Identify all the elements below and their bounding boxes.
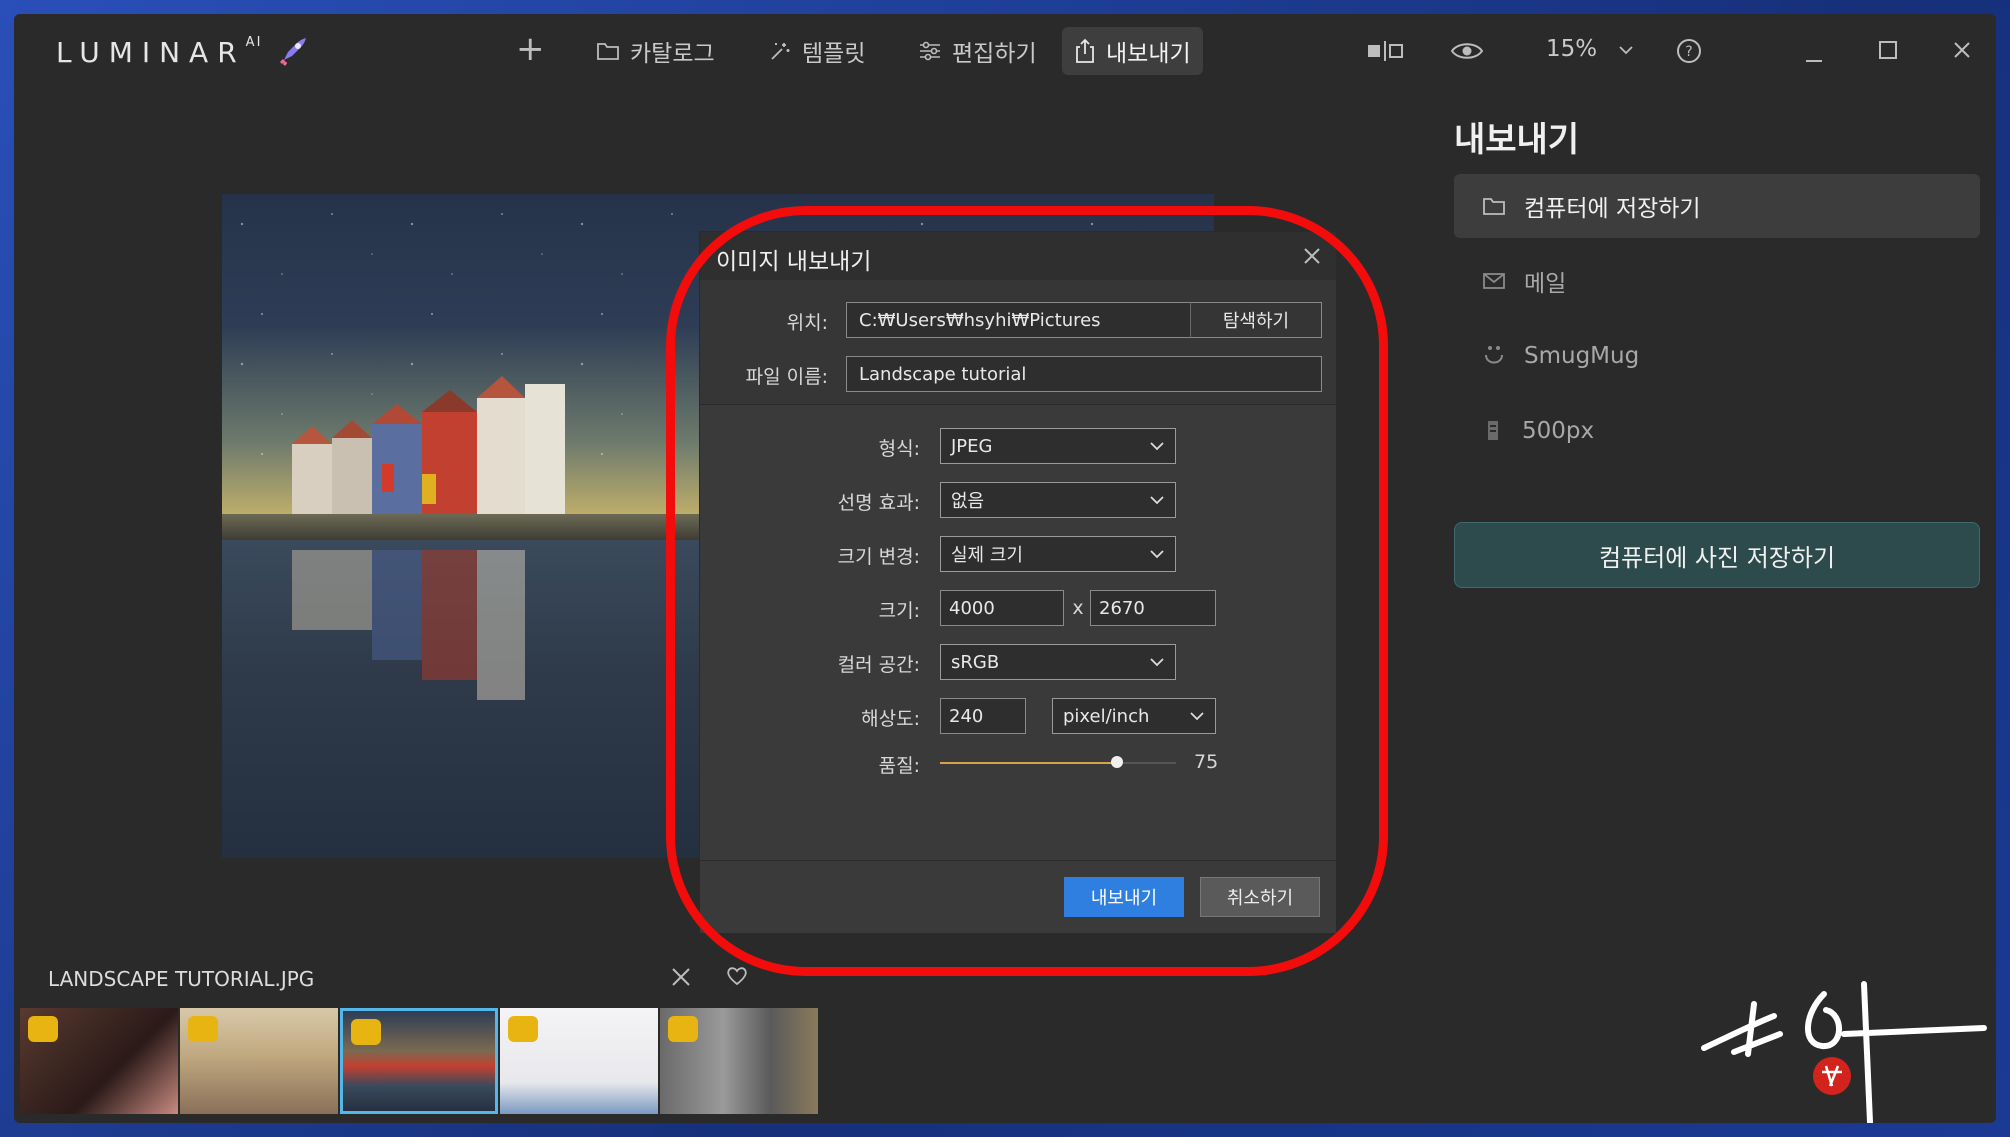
tab-templates[interactable]: 템플릿 <box>756 27 877 75</box>
save-to-computer-button[interactable]: 컴퓨터에 사진 저장하기 <box>1454 522 1980 588</box>
export-option-label: 500px <box>1522 418 1595 444</box>
compare-icon[interactable] <box>1366 39 1404 67</box>
thumbnail-street[interactable] <box>660 1008 818 1114</box>
export-option-smugmug[interactable]: SmugMug <box>1454 324 1980 388</box>
academy-badge-icon <box>508 1016 538 1042</box>
resolution-input[interactable]: 240 <box>940 698 1026 734</box>
app-logo: LUMINARAI <box>56 34 263 69</box>
logo-sup: AI <box>245 34 263 50</box>
tab-export-label: 내보내기 <box>1106 41 1191 67</box>
sliders-icon <box>920 41 940 61</box>
format-select[interactable]: JPEG <box>940 428 1176 464</box>
format-label: 형식: <box>878 438 920 460</box>
signature-logo <box>1701 981 1987 1123</box>
chevron-down-icon <box>1150 496 1164 505</box>
add-icon[interactable]: + <box>516 32 545 66</box>
cancel-button[interactable]: 취소하기 <box>1200 877 1320 917</box>
tab-export[interactable]: 내보내기 <box>1062 27 1203 75</box>
mail-icon <box>1483 273 1505 289</box>
smugmug-icon <box>1485 346 1503 364</box>
tab-catalog[interactable]: 카탈로그 <box>584 27 727 75</box>
academy-badge-icon <box>28 1016 58 1042</box>
quality-slider[interactable] <box>940 756 1176 768</box>
rocket-icon[interactable] <box>276 34 310 72</box>
thumbnail-woman-white[interactable] <box>500 1008 658 1114</box>
thumbnail-beach[interactable] <box>180 1008 338 1114</box>
size-label: 크기: <box>878 600 920 622</box>
export-option-500px[interactable]: 500px <box>1454 399 1980 463</box>
colorspace-label: 컬러 공간: <box>837 654 920 676</box>
academy-badge-icon <box>351 1019 381 1045</box>
export-option-save-to-computer[interactable]: 컴퓨터에 저장하기 <box>1454 174 1980 238</box>
resolution-label: 해상도: <box>861 708 920 730</box>
sparkle-icon <box>771 43 790 60</box>
colorspace-value: sRGB <box>951 651 1000 673</box>
thumbnail-houses[interactable] <box>340 1008 498 1114</box>
close-icon[interactable] <box>670 966 692 992</box>
sharpen-select[interactable]: 없음 <box>940 482 1176 518</box>
thumbnail-portrait[interactable] <box>20 1008 178 1114</box>
logo-text: LUMINAR <box>56 36 246 69</box>
academy-badge-icon <box>188 1016 218 1042</box>
height-input[interactable]: 2670 <box>1090 590 1216 626</box>
export-button[interactable]: 내보내기 <box>1064 877 1184 917</box>
quality-value: 75 <box>1194 751 1219 773</box>
filmstrip-title: LANDSCAPE TUTORIAL.JPG <box>48 967 315 991</box>
sharpen-value: 없음 <box>951 491 985 512</box>
export-option-label: SmugMug <box>1524 343 1640 369</box>
resolution-unit-select[interactable]: pixel/inch <box>1052 698 1216 734</box>
export-option-label: 메일 <box>1524 271 1567 297</box>
app-window: LUMINARAI + 카탈로그 템플릿 편집하기 내보내기 15% ? 내보내… <box>14 14 1996 1123</box>
chevron-down-icon <box>1190 712 1204 721</box>
export-option-mail[interactable]: 메일 <box>1454 249 1980 313</box>
export-panel: 내보내기 컴퓨터에 저장하기 메일 SmugMug 500px 컴퓨터에 사진 … <box>1436 14 1996 1123</box>
export-image-dialog: 이미지 내보내기 위치: C:₩Users₩hsyhi₩Pictures 탐색하… <box>700 232 1336 933</box>
folder-icon <box>1483 198 1505 215</box>
quality-label: 품질: <box>878 755 920 777</box>
width-input[interactable]: 4000 <box>940 590 1064 626</box>
academy-badge-icon <box>668 1016 698 1042</box>
heart-icon[interactable] <box>726 966 748 990</box>
location-label: 위치: <box>786 312 828 334</box>
location-input[interactable]: C:₩Users₩hsyhi₩Pictures <box>846 302 1192 338</box>
tab-templates-label: 템플릿 <box>802 41 866 67</box>
quality-slider-handle[interactable] <box>1111 756 1123 768</box>
format-value: JPEG <box>951 435 993 457</box>
folder-icon <box>597 43 619 60</box>
filename-input[interactable]: Landscape tutorial <box>846 356 1322 392</box>
resize-label: 크기 변경: <box>837 546 920 568</box>
size-separator: x <box>1072 597 1084 619</box>
500px-icon <box>1488 421 1498 440</box>
chevron-down-icon <box>1150 658 1164 667</box>
tab-catalog-label: 카탈로그 <box>630 41 715 67</box>
filename-label: 파일 이름: <box>745 366 828 388</box>
dialog-title: 이미지 내보내기 <box>716 249 872 275</box>
sharpen-label: 선명 효과: <box>837 492 920 514</box>
share-icon <box>1076 38 1094 63</box>
tab-edit-label: 편집하기 <box>952 41 1037 67</box>
browse-button[interactable]: 탐색하기 <box>1190 302 1322 338</box>
chevron-down-icon <box>1150 442 1164 451</box>
dialog-footer: 내보내기 취소하기 <box>700 860 1336 933</box>
chevron-down-icon <box>1150 550 1164 559</box>
export-option-label: 컴퓨터에 저장하기 <box>1524 196 1701 222</box>
close-icon[interactable] <box>1302 246 1322 270</box>
quality-slider-fill <box>940 762 1117 764</box>
resize-select[interactable]: 실제 크기 <box>940 536 1176 572</box>
dialog-header: 이미지 내보내기 <box>700 232 1336 280</box>
resize-value: 실제 크기 <box>951 545 1023 566</box>
tab-edit[interactable]: 편집하기 <box>906 27 1049 75</box>
export-panel-title: 내보내기 <box>1454 120 1580 160</box>
colorspace-select[interactable]: sRGB <box>940 644 1176 680</box>
resolution-unit-value: pixel/inch <box>1063 705 1150 727</box>
